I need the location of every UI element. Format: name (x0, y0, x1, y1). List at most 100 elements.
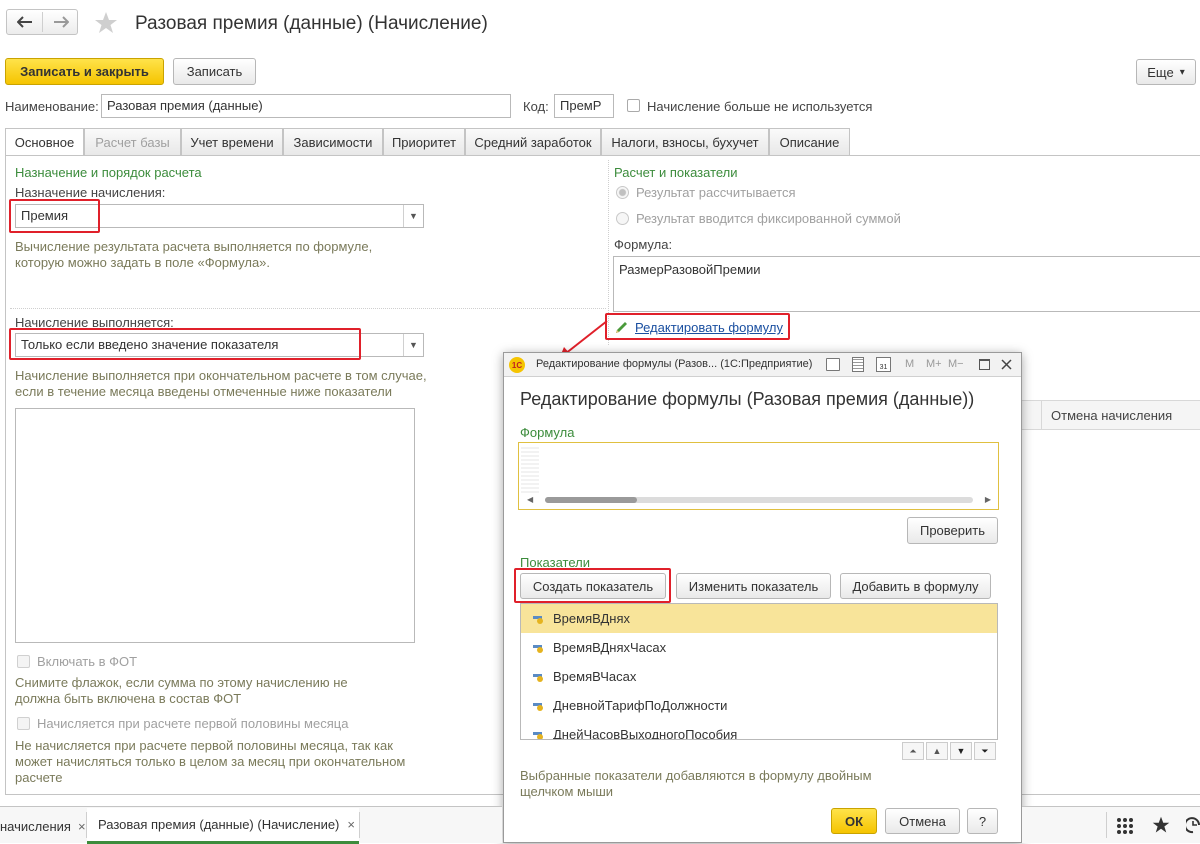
horizontal-scrollbar[interactable]: ◀ ▶ (527, 495, 993, 505)
chevron-down-icon[interactable]: ▼ (403, 205, 423, 227)
half-month-checkbox[interactable] (17, 717, 30, 730)
print-icon[interactable] (826, 358, 840, 371)
cancel-column-header: Отмена начисления (1051, 408, 1173, 423)
bottom-bar-right (1022, 806, 1200, 843)
edit-formula-link[interactable]: Редактировать формулу (614, 320, 783, 335)
dialog-formula-editor[interactable]: ◀ ▶ (518, 442, 999, 510)
scroll-thumb[interactable] (545, 497, 637, 503)
more-button[interactable]: Еще ▾ (1136, 59, 1196, 85)
purpose-select[interactable]: Премия ▼ (15, 204, 424, 228)
favorites-star-icon[interactable] (1152, 816, 1170, 834)
tab-dependencies[interactable]: Зависимости (283, 128, 383, 155)
list-item[interactable]: ДнейЧасовВыходногоПособия (521, 720, 997, 739)
favorite-button[interactable] (94, 11, 118, 35)
unused-label: Начисление больше не используется (647, 99, 873, 114)
memory-minus-button[interactable]: M− (948, 358, 964, 370)
star-icon (95, 12, 117, 33)
close-icon[interactable]: × (347, 817, 355, 832)
tab-average-salary[interactable]: Средний заработок (465, 128, 601, 155)
purpose-value: Премия (21, 208, 69, 223)
fot-hint: Снимите флажок, если сумма по этому начи… (15, 675, 348, 706)
cancel-button[interactable]: Отмена (885, 808, 960, 834)
radio-calculated[interactable] (616, 186, 629, 199)
unused-checkbox[interactable] (627, 99, 640, 112)
list-item[interactable]: ДневнойТарифПоДолжности (521, 691, 997, 720)
list-item[interactable]: ВремяВЧасах (521, 662, 997, 691)
tab-base-calc[interactable]: Расчет базы (84, 128, 181, 155)
fot-checkbox[interactable] (17, 655, 30, 668)
tab-main[interactable]: Основное (5, 128, 84, 156)
move-last-icon[interactable]: ⏷ (974, 742, 996, 760)
move-down-icon[interactable]: ▼ (950, 742, 972, 760)
purpose-hint: Вычисление результата расчета выполняетс… (15, 239, 373, 270)
edit-formula-label: Редактировать формулу (635, 320, 783, 335)
exec-hint: Начисление выполняется при окончательном… (15, 368, 427, 399)
indicator-icon (533, 701, 545, 711)
indicators-list-box[interactable] (15, 408, 415, 643)
name-label: Наименование: (5, 99, 99, 114)
chevron-down-icon: ▾ (1179, 66, 1185, 78)
indicator-icon (533, 614, 545, 624)
scroll-right-icon: ▶ (984, 495, 991, 504)
more-label: Еще (1147, 64, 1174, 80)
formula-label: Формула: (614, 237, 673, 252)
move-up-icon[interactable]: ▲ (926, 742, 948, 760)
ok-button[interactable]: ОК (831, 808, 877, 834)
scroll-left-icon: ◀ (527, 495, 534, 504)
fot-label: Включать в ФОТ (37, 654, 138, 669)
formula-field[interactable]: РазмерРазовойПремии (613, 256, 1200, 312)
dialog-heading: Редактирование формулы (Разовая премия (… (520, 389, 975, 409)
list-item[interactable]: ВремяВДняхЧасах (521, 633, 997, 662)
left-section-title: Назначение и порядок расчета (15, 165, 202, 180)
back-button[interactable] (7, 10, 42, 34)
tab-taxes[interactable]: Налоги, взносы, бухучет (601, 128, 769, 155)
radio-fixed[interactable] (616, 212, 629, 225)
pencil-icon (616, 321, 627, 333)
help-button[interactable]: ? (967, 808, 998, 834)
right-section-title: Расчет и показатели (614, 165, 738, 180)
radio-fixed-label: Результат вводится фиксированной суммой (636, 211, 901, 226)
chevron-down-icon[interactable]: ▼ (403, 334, 423, 356)
forward-button[interactable] (43, 10, 78, 34)
code-label: Код: (523, 99, 549, 114)
purpose-label: Назначение начисления: (15, 185, 166, 200)
add-to-formula-button[interactable]: Добавить в формулу (840, 573, 991, 599)
check-button[interactable]: Проверить (907, 517, 998, 544)
code-input[interactable]: ПремР (554, 94, 614, 118)
tab-description[interactable]: Описание (769, 128, 850, 155)
tab-time[interactable]: Учет времени (181, 128, 283, 155)
memory-m-button[interactable]: M (905, 358, 914, 370)
close-icon[interactable] (1001, 359, 1012, 370)
bottom-tab-list[interactable]: начисления × (0, 808, 86, 844)
half-month-hint: Не начисляется при расчете первой полови… (15, 738, 406, 785)
page-title: Разовая премия (данные) (Начисление) (135, 13, 488, 34)
tab-priority[interactable]: Приоритет (383, 128, 465, 155)
section-divider (10, 308, 606, 309)
name-input[interactable]: Разовая премия (данные) (101, 94, 511, 118)
maximize-icon[interactable] (979, 359, 990, 370)
exec-label: Начисление выполняется: (15, 315, 174, 330)
save-button[interactable]: Записать (173, 58, 256, 85)
arrow-left-icon (16, 16, 32, 28)
save-and-close-button[interactable]: Записать и закрыть (5, 58, 164, 85)
calculator-icon[interactable] (852, 357, 864, 372)
move-first-icon[interactable]: ⏶ (902, 742, 924, 760)
create-indicator-button[interactable]: Создать показатель (520, 573, 666, 599)
arrow-right-icon (53, 16, 69, 28)
history-icon[interactable] (1186, 816, 1200, 834)
close-icon[interactable]: × (78, 819, 86, 834)
grid-menu-icon[interactable] (1116, 817, 1134, 835)
exec-value: Только если введено значение показателя (21, 337, 279, 352)
bottom-tab-current[interactable]: Разовая премия (данные) (Начисление) × (87, 808, 359, 844)
change-indicator-button[interactable]: Изменить показатель (676, 573, 831, 599)
dialog-indicators-label: Показатели (520, 555, 590, 570)
list-item[interactable]: ВремяВДнях (521, 604, 997, 633)
indicators-list[interactable]: ВремяВДнях ВремяВДняхЧасах ВремяВЧасах Д… (520, 603, 998, 740)
indicator-icon (533, 643, 545, 653)
dialog-formula-label: Формула (520, 425, 575, 440)
memory-plus-button[interactable]: M+ (926, 358, 942, 370)
dialog-hint: Выбранные показатели добавляются в форму… (520, 768, 872, 799)
indicator-icon (533, 730, 545, 739)
exec-select[interactable]: Только если введено значение показателя … (15, 333, 424, 357)
calendar-icon[interactable]: 31 (876, 357, 891, 372)
